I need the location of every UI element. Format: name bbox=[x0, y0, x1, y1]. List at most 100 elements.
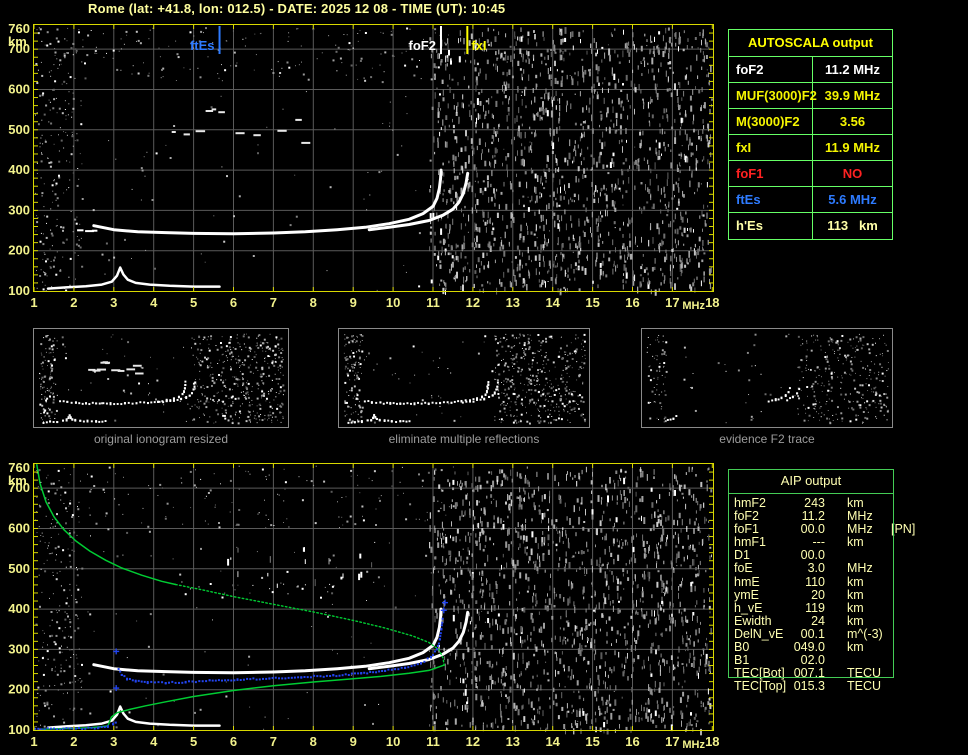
autoscala-param-value: 113 km bbox=[827, 218, 878, 233]
aip-param-note bbox=[891, 549, 894, 562]
svg-text:MHz: MHz bbox=[682, 300, 705, 312]
aip-param-unit: MHz bbox=[847, 561, 873, 576]
aip-param-note bbox=[891, 680, 894, 693]
svg-text:2: 2 bbox=[70, 295, 77, 310]
svg-text:1: 1 bbox=[30, 295, 37, 310]
svg-text:500: 500 bbox=[8, 122, 30, 137]
aip-param-unit: km bbox=[847, 587, 864, 602]
autoscala-row: foF1 NO bbox=[729, 161, 892, 187]
aip-param-value: 20 bbox=[811, 587, 825, 602]
aip-param-value: 24 bbox=[811, 613, 825, 628]
autoscala-param-label: h'Es bbox=[729, 213, 813, 239]
autoscala-table-title: AUTOSCALA output bbox=[729, 30, 892, 57]
aip-table-rows: hmF2 243 km foF2 11.2 MHz foF1 00.0 MHz [PN] hmF1-… bbox=[728, 496, 915, 693]
autoscala-param-label: fxI bbox=[729, 135, 813, 160]
aip-param-note bbox=[891, 562, 894, 575]
svg-text:5: 5 bbox=[190, 295, 197, 310]
svg-text:600: 600 bbox=[8, 81, 30, 96]
aip-param-unit: km bbox=[847, 574, 864, 589]
top-ionogram-plot: 760700600500400300200100km1 2 3 4 5 6 7 8 9 10 11 1… bbox=[8, 21, 720, 312]
svg-text:km: km bbox=[8, 34, 27, 49]
svg-text:14: 14 bbox=[545, 295, 560, 310]
thumbnail-eliminate-reflections bbox=[338, 328, 590, 428]
svg-text:8: 8 bbox=[310, 295, 317, 310]
aip-param-note bbox=[891, 576, 894, 589]
aip-param-note bbox=[891, 628, 894, 641]
aip-param-label: foE bbox=[734, 561, 753, 576]
aip-row: Ewidth 24 km bbox=[728, 613, 894, 628]
autoscala-param-label: foF1 bbox=[729, 161, 813, 186]
aip-param-unit: km bbox=[847, 535, 864, 550]
aip-row: ymE 20 km bbox=[728, 587, 894, 602]
aip-param-value: 119 bbox=[805, 600, 825, 615]
aip-param-label: ymE bbox=[734, 587, 759, 602]
svg-text:9: 9 bbox=[350, 295, 357, 310]
aip-table-title: AIP output bbox=[728, 469, 894, 494]
aip-row: foE 3.0 MHz bbox=[728, 562, 894, 575]
aip-param-note bbox=[891, 589, 894, 602]
svg-text:ftEs: ftEs bbox=[190, 38, 215, 53]
aip-param-unit: km bbox=[847, 613, 864, 628]
aip-row: h_vE 119 km bbox=[728, 600, 894, 615]
aip-param-value: 015.3 bbox=[793, 679, 825, 694]
autoscala-param-value: 11.2 MHz bbox=[825, 62, 880, 77]
svg-text:300: 300 bbox=[8, 202, 30, 217]
aip-param-note bbox=[891, 615, 894, 628]
autoscala-row: ftEs 5.6 MHz bbox=[729, 187, 892, 213]
svg-text:7: 7 bbox=[270, 295, 277, 310]
autoscala-row: MUF(3000)F2 39.9 MHz bbox=[729, 83, 892, 109]
autoscala-param-value: 39.9 MHz bbox=[824, 88, 881, 103]
svg-text:18: 18 bbox=[705, 295, 719, 310]
autoscala-param-value: 3.56 bbox=[839, 114, 866, 129]
autoscala-row: h'Es 113 km bbox=[729, 213, 892, 239]
aip-param-note bbox=[891, 536, 894, 549]
aip-param-unit: km bbox=[847, 600, 864, 615]
aip-param-value: 3.0 bbox=[807, 561, 825, 576]
svg-text:15: 15 bbox=[585, 295, 599, 310]
aip-param-note: [PN] bbox=[891, 522, 916, 537]
svg-text:17: 17 bbox=[665, 295, 679, 310]
aip-param-note bbox=[891, 667, 894, 680]
aip-param-note bbox=[891, 602, 894, 615]
aip-param-label: hmE bbox=[734, 574, 760, 589]
aip-param-unit: TECU bbox=[847, 679, 882, 694]
aip-param-unit: km bbox=[847, 640, 864, 655]
svg-text:3: 3 bbox=[110, 295, 117, 310]
autoscala-output-table: AUTOSCALA output foF2 11.2 MHz MUF(3000)F2… bbox=[728, 29, 893, 240]
svg-text:foF2: foF2 bbox=[409, 38, 436, 53]
svg-text:6: 6 bbox=[230, 295, 237, 310]
svg-text:11: 11 bbox=[426, 295, 440, 310]
aip-param-label: h_vE bbox=[734, 600, 763, 615]
autoscala-param-label: foF2 bbox=[729, 57, 813, 82]
autoscala-param-value: 5.6 MHz bbox=[828, 192, 877, 207]
aip-param-label: Ewidth bbox=[734, 613, 772, 628]
aip-param-note bbox=[891, 641, 894, 654]
thumbnail-original-ionogram bbox=[33, 328, 289, 428]
aip-row: hmE 110 km bbox=[728, 574, 894, 589]
svg-text:400: 400 bbox=[8, 162, 30, 177]
aip-param-note bbox=[891, 654, 894, 667]
svg-text:12: 12 bbox=[466, 295, 480, 310]
svg-text:4: 4 bbox=[150, 295, 158, 310]
autoscala-param-value: 11.9 MHz bbox=[825, 140, 880, 155]
autoscala-param-label: ftEs bbox=[729, 187, 813, 212]
aip-output-table: AIP output hmF2 243 km foF2 11.2 MHz foF1 00.0 M… bbox=[728, 469, 915, 693]
autoscala-param-value: NO bbox=[842, 166, 863, 181]
svg-text:16: 16 bbox=[625, 295, 639, 310]
thumbnail-evidence-f2-trace bbox=[641, 328, 893, 428]
svg-text:100: 100 bbox=[8, 283, 30, 298]
svg-text:fxI: fxI bbox=[471, 38, 486, 53]
aip-param-note bbox=[891, 497, 894, 510]
aip-param-label: TEC[Top] bbox=[734, 679, 787, 694]
aip-param-value: 110 bbox=[805, 574, 825, 589]
autoscala-row: foF2 11.2 MHz bbox=[729, 57, 892, 83]
svg-text:10: 10 bbox=[386, 295, 400, 310]
aip-row: TEC[Top] 015.3 TECU bbox=[728, 680, 894, 693]
autoscala-row: M(3000)F2 3.56 bbox=[729, 109, 892, 135]
autoscala-row: fxI 11.9 MHz bbox=[729, 135, 892, 161]
svg-text:200: 200 bbox=[8, 243, 30, 258]
autoscala-param-label: MUF(3000)F2 bbox=[729, 83, 817, 108]
bottom-ionogram-plot: 760700600500400300200100km1 2 3 4 5 6 7 8 9 10 11 1… bbox=[8, 460, 720, 751]
autoscala-param-label: M(3000)F2 bbox=[729, 109, 813, 134]
autoscala-table-rows: foF2 11.2 MHz MUF(3000)F2 39.9 MHz M(3000)F2… bbox=[729, 57, 892, 239]
